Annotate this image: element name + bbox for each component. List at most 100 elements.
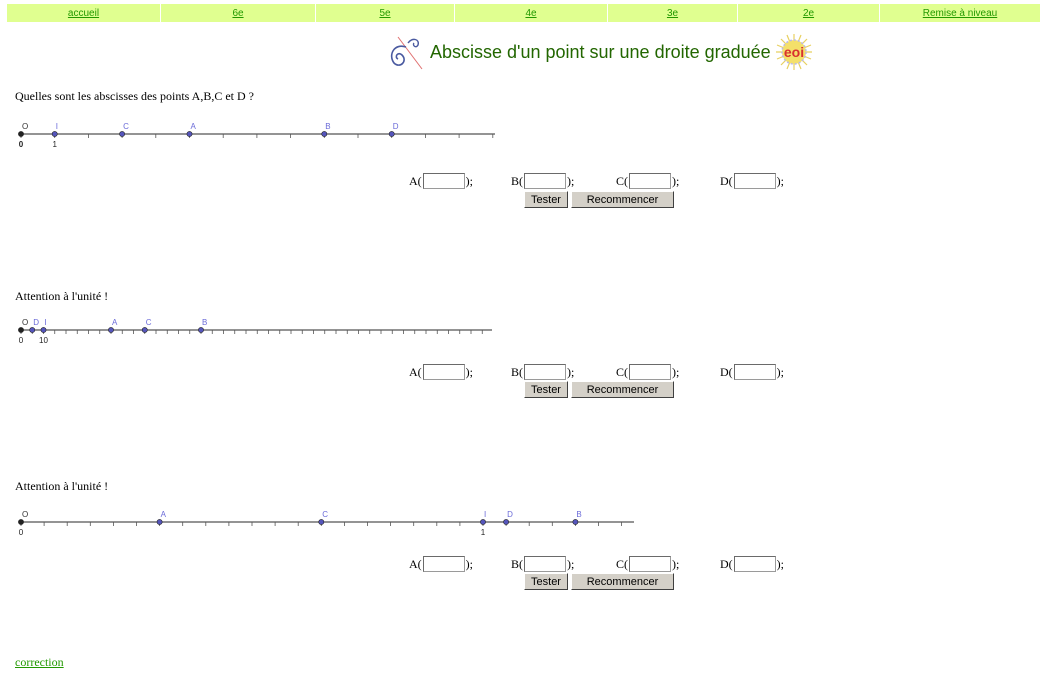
point-i	[480, 519, 486, 525]
point-o	[18, 131, 24, 137]
page-title: Abscisse d'un point sur une droite gradu…	[430, 41, 771, 62]
point-i	[51, 131, 58, 137]
answer-c-label: C(	[616, 173, 628, 188]
answer-d-input[interactable]	[733, 556, 776, 572]
answer-b-suffix: );	[567, 364, 575, 379]
answer-b-label: B(	[511, 173, 523, 188]
nav-link-3e[interactable]: 3e	[667, 8, 678, 19]
answer-a-input[interactable]	[422, 556, 465, 572]
exercise-1-question: Quelles sont les abscisses des points A,…	[15, 89, 254, 103]
point-label-o: O	[22, 510, 28, 519]
answer-b-group: B( );	[511, 364, 574, 380]
origin-value-label: 0	[19, 140, 24, 149]
point-b	[198, 327, 204, 333]
answer-b-input[interactable]	[524, 364, 566, 380]
nav-cell-accueil: accueil	[7, 4, 161, 22]
unit-value-label: 1	[52, 140, 57, 149]
nav-link-remise-a-niveau[interactable]: Remise à niveau	[923, 8, 997, 19]
answer-b-suffix: );	[567, 556, 575, 571]
point-c	[141, 327, 148, 333]
answer-a-group: A( );	[409, 556, 473, 572]
recommencer-button[interactable]: Recommencer	[571, 191, 674, 208]
answer-d-input[interactable]	[733, 173, 776, 189]
answer-d-label: D(	[720, 173, 733, 188]
point-label-i: I	[484, 510, 486, 519]
answer-b-label: B(	[511, 556, 523, 571]
answer-d-label: D(	[720, 364, 733, 379]
answer-c-input[interactable]	[629, 364, 671, 380]
answer-c-input[interactable]	[629, 556, 671, 572]
point-label-c: C	[322, 510, 328, 519]
answer-a-suffix: );	[465, 364, 474, 379]
answer-d-input[interactable]	[733, 364, 776, 380]
answer-a-label: A(	[409, 556, 422, 571]
point-d	[503, 519, 509, 525]
point-label-a: A	[161, 510, 167, 519]
swirl-logo-icon	[390, 36, 423, 70]
answer-a-group: A( );	[409, 364, 473, 380]
answer-d-suffix: );	[776, 364, 785, 379]
answer-d-group: D( );	[720, 173, 784, 189]
nav-cell-remise: Remise à niveau	[880, 4, 1040, 22]
answer-d-suffix: );	[776, 556, 785, 571]
answer-a-suffix: );	[465, 556, 474, 571]
answer-d-label: D(	[720, 556, 733, 571]
point-label-i: I	[45, 318, 47, 327]
answer-b-suffix: );	[567, 173, 575, 188]
exercise-1-number-line: O I C A B D 0 1	[18, 122, 495, 149]
point-o	[18, 327, 24, 333]
exercise-2-number-line: O D I A C B 0 10	[18, 318, 492, 345]
answer-c-input[interactable]	[629, 173, 671, 189]
tester-button[interactable]: Tester	[524, 573, 568, 590]
point-o	[18, 519, 24, 525]
answer-a-input[interactable]	[422, 364, 465, 380]
answer-b-input[interactable]	[524, 556, 566, 572]
exercise-3-question: Attention à l'unité !	[15, 479, 109, 493]
point-c	[119, 131, 125, 137]
point-label-i: I	[56, 122, 58, 131]
nav-link-4e[interactable]: 4e	[525, 8, 536, 19]
answer-c-group: C( );	[616, 364, 679, 380]
nav-link-accueil[interactable]: accueil	[68, 8, 99, 19]
answer-a-label: A(	[409, 364, 422, 379]
recommencer-button[interactable]: Recommencer	[571, 573, 674, 590]
answer-b-input[interactable]	[524, 173, 566, 189]
answer-d-suffix: );	[776, 173, 785, 188]
answer-a-input[interactable]	[422, 173, 465, 189]
nav-link-2e[interactable]: 2e	[803, 8, 814, 19]
point-label-a: A	[112, 318, 118, 327]
point-d	[29, 327, 36, 333]
exercise-2-question: Attention à l'unité !	[15, 289, 109, 303]
point-b	[321, 131, 328, 137]
nav-link-6e[interactable]: 6e	[232, 8, 243, 19]
point-label-b: B	[576, 510, 581, 519]
point-label-d: D	[33, 318, 39, 327]
nav-link-5e[interactable]: 5e	[379, 8, 390, 19]
correction-link[interactable]: correction	[15, 655, 64, 670]
answer-b-label: B(	[511, 364, 523, 379]
answer-c-suffix: );	[672, 173, 680, 188]
nav-cell-5e: 5e	[316, 4, 455, 22]
point-label-o: O	[22, 122, 28, 131]
point-label-a: A	[191, 122, 197, 131]
answer-c-label: C(	[616, 556, 628, 571]
recommencer-button[interactable]: Recommencer	[571, 381, 674, 398]
answer-a-label: A(	[409, 173, 422, 188]
point-a	[156, 519, 163, 525]
nav-cell-2e: 2e	[738, 4, 880, 22]
point-d	[388, 131, 395, 137]
answer-c-suffix: );	[672, 364, 680, 379]
point-label-b: B	[325, 122, 330, 131]
point-a	[186, 131, 193, 137]
answer-a-group: A( );	[409, 173, 473, 189]
tester-button[interactable]: Tester	[524, 381, 568, 398]
nav-cell-4e: 4e	[455, 4, 608, 22]
origin-value-label: 0	[19, 528, 24, 537]
unit-value-label: 10	[39, 336, 48, 345]
tester-button[interactable]: Tester	[524, 191, 568, 208]
answer-b-group: B( );	[511, 556, 574, 572]
origin-value-label: 0	[19, 336, 24, 345]
answer-b-group: B( );	[511, 173, 574, 189]
point-label-c: C	[146, 318, 152, 327]
point-label-b: B	[202, 318, 207, 327]
